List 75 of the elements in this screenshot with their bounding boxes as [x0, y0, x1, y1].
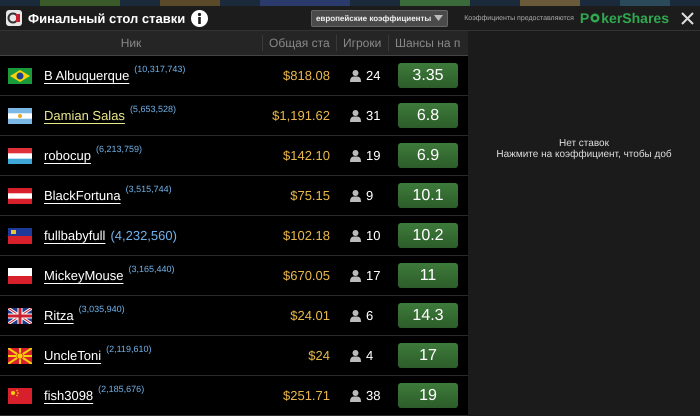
person-icon: [350, 190, 361, 202]
person-icon: [350, 110, 361, 122]
player-count: 17: [366, 268, 380, 283]
person-icon: [350, 70, 361, 82]
player-name-link[interactable]: B Albuquerque: [44, 68, 130, 83]
odds-button[interactable]: 17: [398, 343, 458, 368]
player-name-link[interactable]: Damian Salas: [44, 108, 125, 123]
stake-amount: $251.71: [282, 388, 330, 403]
caret-icon: [434, 15, 444, 21]
player-rank: (6,213,759): [96, 144, 142, 154]
odds-button[interactable]: 14.3: [398, 303, 458, 328]
stake-amount: $142.10: [282, 148, 330, 163]
player-rank: (10,317,743): [134, 64, 186, 74]
info-icon[interactable]: [191, 10, 208, 26]
flag-icon: [8, 308, 32, 324]
player-name-link[interactable]: MickeyMouse: [44, 268, 124, 283]
player-count: 10: [366, 228, 380, 243]
odds-button[interactable]: 19: [398, 383, 458, 408]
player-rank: (2,185,676): [98, 384, 144, 394]
flag-icon: [8, 388, 32, 404]
stake-amount: $102.18: [282, 228, 330, 243]
person-icon: [350, 150, 361, 162]
player-count: 24: [366, 68, 380, 83]
player-count: 6: [366, 308, 374, 323]
column-header: Ник: [120, 35, 142, 51]
stake-amount: $24.01: [289, 308, 330, 323]
flag-icon: [8, 188, 32, 204]
player-count: 38: [366, 388, 380, 403]
player-rank: (3,035,940): [78, 304, 125, 314]
person-icon: [350, 230, 361, 242]
flag-icon: [8, 348, 32, 364]
flag-icon: [8, 268, 32, 284]
player-name-link[interactable]: BlackFortuna: [44, 188, 121, 203]
player-name-link[interactable]: fullbabyfull: [44, 228, 106, 243]
odds-button[interactable]: 3.35: [398, 63, 458, 88]
player-rank: (3,165,440): [128, 264, 175, 274]
stake-amount: $818.08: [282, 68, 330, 83]
odds-format-dropdown[interactable]: европейские коэффициенты: [310, 10, 448, 26]
player-count: 4: [366, 348, 374, 363]
player-name-link[interactable]: robocup: [44, 148, 91, 163]
flag-icon: [8, 108, 32, 124]
player-count: 19: [366, 148, 380, 163]
flag-icon: [8, 68, 32, 84]
stake-amount: $670.05: [282, 268, 330, 283]
empty-bets-title: Нет ставок: [559, 138, 609, 148]
player-count: 9: [366, 188, 374, 203]
odds-button[interactable]: 6.9: [398, 143, 458, 168]
window-title: Финальный стол ставки: [28, 10, 186, 26]
column-header: Общая ста: [262, 35, 336, 51]
odds-button[interactable]: 6.8: [398, 103, 458, 128]
person-icon: [350, 310, 361, 322]
bet-hint: Нажмите на коэффициент, чтобы доб: [496, 148, 672, 160]
odds-button[interactable]: 10.2: [398, 223, 458, 248]
odds-button[interactable]: 11: [398, 263, 458, 288]
column-header: Игроки: [336, 35, 388, 51]
brand-logo: P kerShares: [580, 10, 669, 26]
odds-button[interactable]: 10.1: [398, 183, 458, 208]
flag-icon: [8, 228, 32, 244]
player-count: 31: [366, 108, 380, 123]
player-rank: (2,119,610): [106, 344, 152, 354]
person-icon: [350, 350, 361, 362]
person-icon: [350, 270, 361, 282]
player-rank: (5,653,528): [130, 104, 176, 114]
close-icon[interactable]: [681, 12, 694, 24]
person-icon: [350, 390, 361, 402]
flag-icon: [8, 148, 32, 164]
player-name-link[interactable]: UncleToni: [44, 348, 102, 363]
player-rank: (3,515,744): [126, 184, 172, 194]
stake-amount: $24: [307, 348, 330, 363]
stake-amount: $1,191.62: [271, 108, 330, 123]
app-logo-icon: [6, 10, 22, 26]
player-name-link[interactable]: fish3098: [44, 388, 94, 403]
player-rank: (4,232,560): [110, 228, 177, 243]
player-name-link[interactable]: Ritza: [44, 308, 74, 323]
stake-amount: $75.15: [289, 188, 330, 203]
